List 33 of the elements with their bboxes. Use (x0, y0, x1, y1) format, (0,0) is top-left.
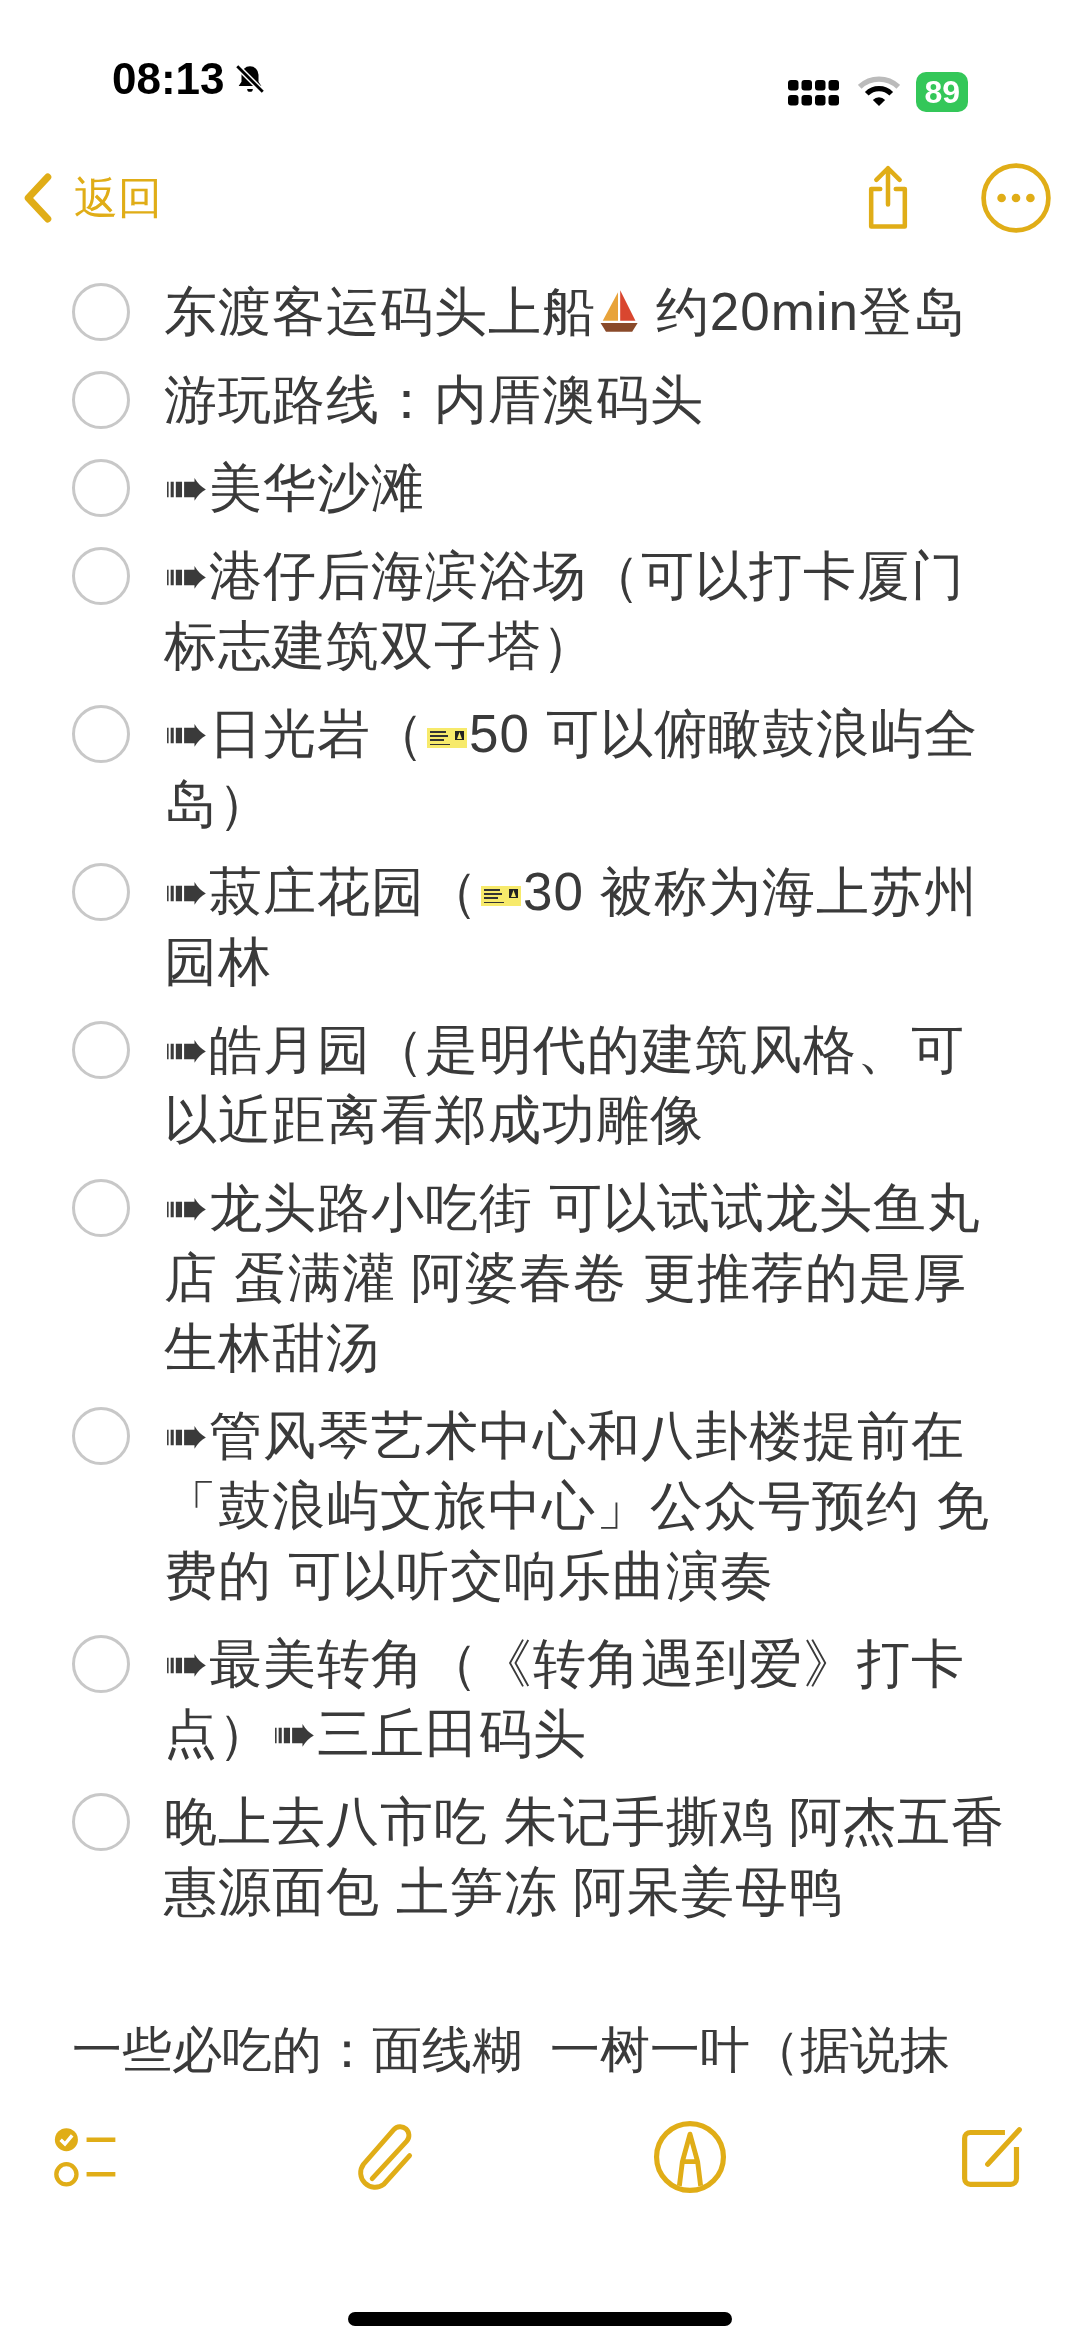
ticket-icon (427, 726, 467, 750)
checkbox[interactable] (72, 1793, 130, 1851)
checkbox[interactable] (72, 459, 130, 517)
checklist-item-text: 晚上去八市吃 朱记手撕鸡 阿杰五香惠源面包 土笋冻 阿呆姜母鸭 (164, 1791, 1007, 1923)
checkbox[interactable] (72, 547, 130, 605)
note-paragraph: 一些必吃的：面线糊 一树一叶（据说抹 (71, 2021, 951, 2080)
checklist-item-text: ➠皓月园（是明代的建筑风格、可以近距离看郑成功雕像 (164, 1019, 966, 1151)
checkbox[interactable] (72, 1407, 130, 1465)
checklist-item-text: ➠美华沙滩 (164, 457, 425, 519)
more-icon[interactable] (980, 161, 1052, 234)
status-time: 08:13 (112, 53, 225, 105)
back-button[interactable]: 返回 (24, 164, 162, 231)
checklist-item-text: ➠最美转角（《转角遇到爱》打卡点）➠三丘田码头 (164, 1633, 966, 1765)
share-icon[interactable] (866, 164, 910, 231)
checkbox[interactable] (72, 1021, 130, 1079)
checkbox[interactable] (72, 371, 130, 429)
checkbox[interactable] (72, 1179, 130, 1237)
checklist-item-text: 东渡客运码头上船 约20min登岛 (164, 281, 968, 343)
checkbox[interactable] (72, 283, 130, 341)
checkbox[interactable] (72, 1635, 130, 1693)
wifi-icon (858, 76, 901, 108)
checklist-item-text: ➠菽庄花园（ 30 被称为海上苏州园林 (164, 861, 979, 993)
ticket-icon (481, 884, 521, 908)
checklist-item-text: ➠管风琴艺术中心和八卦楼提前在「鼓浪屿文旅中心」公众号预约 免费的 可以听交响乐曲演奏 (164, 1405, 991, 1607)
chevron-left-icon (24, 171, 52, 224)
checkbox[interactable] (72, 863, 130, 921)
battery-indicator: 89 (916, 72, 968, 112)
checklist-item-text: ➠龙头路小吃街 可以试试龙头鱼丸店 蛋满灌 阿婆春卷 更推荐的是厚生林甜汤 (164, 1177, 982, 1379)
checklist-item-text: 游玩路线：内厝澳码头 (164, 369, 704, 431)
checklist-item-text: ➠港仔后海滨浴场（可以打卡厦门标志建筑双子塔） (164, 545, 966, 677)
checklist-item-text: ➠日光岩（ 50 可以俯瞰鼓浪屿全岛） (164, 703, 979, 835)
checkbox[interactable] (72, 705, 130, 763)
pen-tip-icon[interactable] (652, 2119, 728, 2195)
